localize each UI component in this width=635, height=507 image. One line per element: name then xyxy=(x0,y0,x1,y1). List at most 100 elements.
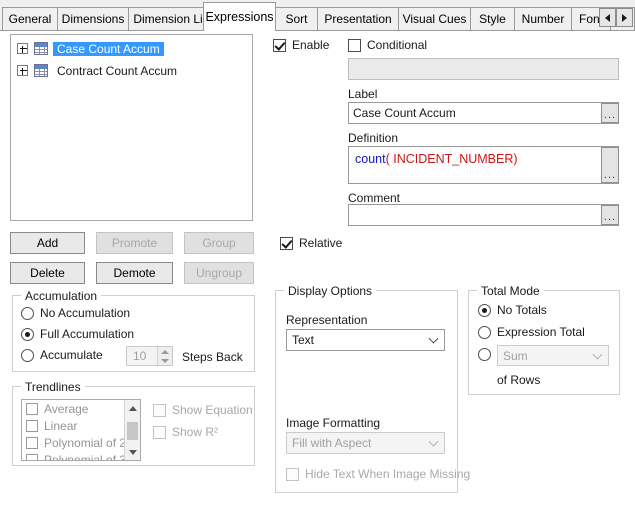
label-browse-button[interactable]: ... xyxy=(601,103,619,123)
tab-dimensions[interactable]: Dimensions xyxy=(57,7,129,30)
radio-circle-icon xyxy=(478,325,491,339)
tab-general[interactable]: General xyxy=(2,7,58,30)
expression-tree-item[interactable]: Case Count Accum xyxy=(11,39,252,58)
checkbox-icon xyxy=(273,38,286,52)
scrollbar-thumb[interactable] xyxy=(127,422,138,440)
tab-sort[interactable]: Sort xyxy=(275,7,318,30)
radio-label: Full Accumulation xyxy=(40,327,135,341)
relative-checkbox[interactable]: Relative xyxy=(280,236,342,250)
expand-plus-icon[interactable] xyxy=(17,65,28,76)
radio-no-accumulation[interactable]: No Accumulation xyxy=(21,306,130,320)
tab-scroll-left-button[interactable] xyxy=(599,8,616,27)
representation-select[interactable]: Text xyxy=(286,329,445,351)
trendline-list-item[interactable]: Polynomial of 3rd d xyxy=(22,451,140,460)
radio-aggregation-total[interactable] xyxy=(478,348,497,361)
tab-scroll-right-button[interactable] xyxy=(616,8,633,27)
enable-label: Enable xyxy=(292,38,330,52)
radio-label: Expression Total xyxy=(497,325,585,339)
expand-plus-icon[interactable] xyxy=(17,43,28,54)
conditional-input xyxy=(348,58,619,80)
total-mode-group: Total Mode No Totals Expression Total Su… xyxy=(468,284,620,395)
steps-back-value: 10 xyxy=(133,349,147,363)
display-options-group: Display Options Representation Text Imag… xyxy=(275,284,470,493)
tab-label: Dimensions xyxy=(61,12,125,26)
steps-back-stepper[interactable]: 10 xyxy=(126,346,173,366)
tab-label: Style xyxy=(479,12,506,26)
trendline-list-item[interactable]: Average xyxy=(22,400,140,417)
expression-tree-item[interactable]: Contract Count Accum xyxy=(11,61,252,80)
chevron-up-icon xyxy=(129,405,137,411)
trendlines-group: Trendlines Average Linear Polynomial of … xyxy=(12,380,255,466)
tab-style[interactable]: Style xyxy=(470,7,515,30)
definition-close-paren-token: ) xyxy=(513,152,518,166)
radio-no-totals[interactable]: No Totals xyxy=(478,303,547,317)
definition-field-token: INCIDENT_NUMBER xyxy=(389,152,514,166)
checkbox-icon xyxy=(348,38,361,52)
triangle-down-icon xyxy=(161,358,169,363)
comment-input[interactable] xyxy=(348,204,619,226)
tab-label: General xyxy=(8,12,52,26)
trendline-label: Average xyxy=(44,401,89,416)
label-value: Case Count Accum xyxy=(353,106,456,120)
ellipsis-icon: ... xyxy=(603,169,617,181)
tab-label: Sort xyxy=(285,12,308,26)
checkbox-icon xyxy=(286,467,299,481)
button-label: Delete xyxy=(30,266,65,280)
chevron-down-icon xyxy=(592,349,603,360)
checkbox-icon xyxy=(153,425,166,439)
tab-presentation[interactable]: Presentation xyxy=(317,7,399,30)
expression-properties-dialog: General Dimensions Dimension Limits Expr… xyxy=(0,0,635,507)
stepper-buttons[interactable] xyxy=(157,347,172,365)
button-label: Demote xyxy=(113,266,156,280)
button-label: Group xyxy=(202,236,236,250)
scroll-up-button[interactable] xyxy=(125,400,140,416)
trendline-list-item[interactable]: Linear xyxy=(22,417,140,434)
hide-text-when-image-missing-checkbox: Hide Text When Image Missing xyxy=(286,467,470,481)
button-label: Ungroup xyxy=(195,266,243,280)
scroll-down-button[interactable] xyxy=(125,444,140,460)
radio-expression-total[interactable]: Expression Total xyxy=(478,325,585,339)
definition-function-token: count xyxy=(355,152,386,166)
delete-button[interactable]: Delete xyxy=(10,262,85,284)
add-button[interactable]: Add xyxy=(10,232,85,254)
checkbox-icon[interactable] xyxy=(26,402,38,415)
tab-visual-cues[interactable]: Visual Cues xyxy=(398,7,471,30)
radio-accumulate[interactable]: Accumulate xyxy=(21,348,103,362)
checkbox-icon[interactable] xyxy=(26,419,38,432)
tab-number[interactable]: Number xyxy=(514,7,572,30)
stepper-up-button[interactable] xyxy=(158,347,172,356)
checkbox-icon[interactable] xyxy=(26,436,38,449)
comment-caption: Comment xyxy=(348,191,401,205)
trendlines-list[interactable]: Average Linear Polynomial of 2nd d Polyn… xyxy=(21,399,141,461)
demote-button[interactable]: Demote xyxy=(96,262,173,284)
definition-browse-button[interactable]: ... xyxy=(601,147,619,183)
comment-browse-button[interactable]: ... xyxy=(601,205,619,225)
label-input[interactable]: Case Count Accum xyxy=(348,102,619,124)
trendlines-group-title: Trendlines xyxy=(21,380,85,394)
enable-checkbox[interactable]: Enable xyxy=(273,38,329,52)
tab-strip: General Dimensions Dimension Limits Expr… xyxy=(0,0,635,31)
display-options-group-title: Display Options xyxy=(284,284,377,298)
expression-tree-item-label: Case Count Accum xyxy=(53,41,164,56)
relative-label: Relative xyxy=(299,236,343,250)
definition-input[interactable]: count( INCIDENT_NUMBER) xyxy=(348,146,619,184)
stepper-down-button[interactable] xyxy=(158,356,172,365)
radio-full-accumulation[interactable]: Full Accumulation xyxy=(21,327,134,341)
chevron-down-icon xyxy=(129,449,137,455)
chevron-down-icon xyxy=(428,436,439,447)
radio-circle-icon xyxy=(21,306,34,320)
checkbox-icon xyxy=(280,236,293,250)
expression-list[interactable]: Case Count Accum Contract Count Accum xyxy=(10,34,253,221)
conditional-checkbox[interactable]: Conditional xyxy=(348,38,427,52)
radio-circle-icon xyxy=(478,303,491,317)
radio-label: Accumulate xyxy=(40,348,103,362)
tab-label: Number xyxy=(521,12,565,26)
image-formatting-value: Fill with Aspect xyxy=(292,436,372,450)
expression-tree-item-label: Contract Count Accum xyxy=(57,63,178,78)
tab-expressions[interactable]: Expressions xyxy=(203,2,276,31)
checkbox-icon[interactable] xyxy=(26,453,38,460)
chevron-down-icon xyxy=(428,333,439,344)
promote-button: Promote xyxy=(96,232,173,254)
trendlines-scrollbar[interactable] xyxy=(124,400,140,460)
trendline-list-item[interactable]: Polynomial of 2nd d xyxy=(22,434,140,451)
